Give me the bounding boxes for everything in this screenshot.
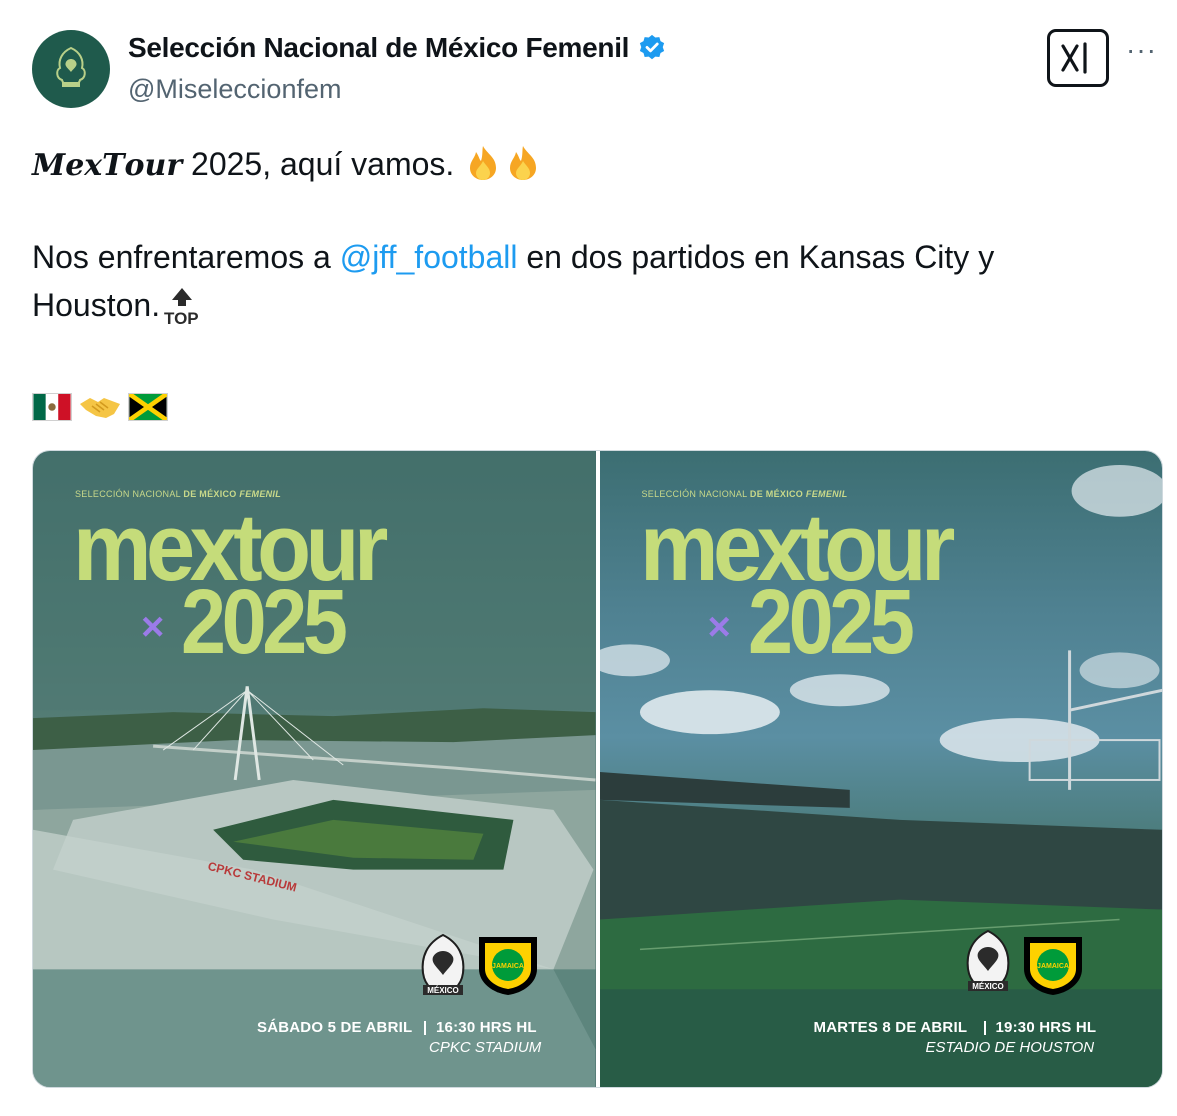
card-year: 2025 [747, 571, 915, 673]
match-time: 16:30 HRS HL [436, 1019, 537, 1036]
tweet-text-line-2: Nos enfrentaremos a @jff_football en dos… [32, 237, 994, 277]
handshake-icon [80, 397, 120, 418]
tweet-text-before-mention: Nos enfrentaremos a [32, 239, 340, 275]
tweet-emoji-line [32, 384, 174, 424]
avatar[interactable] [32, 30, 110, 108]
match-separator [983, 1021, 986, 1035]
tweet-text-rest: 2025, aquí vamos. [182, 146, 464, 182]
tweet-text-houston: Houston. [32, 287, 161, 323]
mexico-crest-icon: MÉXICO [421, 933, 465, 995]
tweet-media-grid[interactable]: CPKC STADIUM SELECCIÓN NACIONAL DE MÉXIC… [32, 450, 1163, 1088]
fire-emoji-icon [510, 146, 537, 180]
crest-mx-label: MÉXICO [972, 982, 1004, 991]
top-arrow-emoji-icon: TOP [164, 288, 199, 326]
media-card-houston[interactable]: SELECCIÓN NACIONAL DE MÉXICO FEMENIL mex… [599, 451, 1162, 1087]
tweet-text-line-3: Houston. TOP [32, 285, 204, 326]
crest-jam-label: JAMAICA [1037, 963, 1069, 970]
crest-jam-label: JAMAICA [492, 963, 524, 970]
jamaica-crest-icon: JAMAICA [1023, 937, 1082, 995]
display-name-text: Selección Nacional de México Femenil [128, 32, 630, 63]
media-card-kansas-city[interactable]: CPKC STADIUM SELECCIÓN NACIONAL DE MÉXIC… [33, 451, 596, 1087]
mexico-crest-icon: MÉXICO [966, 929, 1009, 991]
verified-badge-icon [640, 34, 665, 60]
handle[interactable]: @Miseleccionfem [128, 74, 341, 105]
display-name[interactable]: Selección Nacional de México Femenil [128, 32, 667, 64]
svg-text:TOP: TOP [164, 309, 199, 326]
jamaica-flag-icon [128, 392, 168, 421]
match-separator [424, 1021, 426, 1035]
card-x-mark: × [707, 605, 731, 649]
card-x-mark: × [141, 605, 165, 649]
mexico-federation-crest-icon [56, 46, 86, 87]
match-venue: ESTADIO DE HOUSTON [925, 1039, 1095, 1056]
tweet-text-line-1: 𝑴𝒆𝒙𝑻𝒐𝒖𝒓 2025, aquí vamos. [32, 143, 543, 186]
tweet-text-after-mention: en dos partidos en Kansas City y [517, 239, 995, 275]
jamaica-crest-icon: JAMAICA [479, 937, 537, 995]
match-time: 19:30 HRS HL [995, 1019, 1097, 1036]
crest-mx-label: MÉXICO [427, 986, 459, 995]
more-options-button[interactable]: ··· [1126, 36, 1157, 64]
grok-button[interactable] [1047, 29, 1109, 87]
card-year: 2025 [181, 571, 348, 673]
mexico-flag-icon [32, 392, 72, 421]
xai-grok-icon [1061, 42, 1087, 74]
tweet-fancy-text: 𝑴𝒆𝒙𝑻𝒐𝒖𝒓 [32, 148, 183, 183]
fire-emoji-icon [470, 146, 497, 180]
match-date: MARTES 8 DE ABRIL [813, 1019, 968, 1036]
match-venue: CPKC STADIUM [429, 1039, 542, 1056]
match-date: SÁBADO 5 DE ABRIL [257, 1019, 413, 1036]
mention-link[interactable]: @jff_football [340, 239, 518, 275]
